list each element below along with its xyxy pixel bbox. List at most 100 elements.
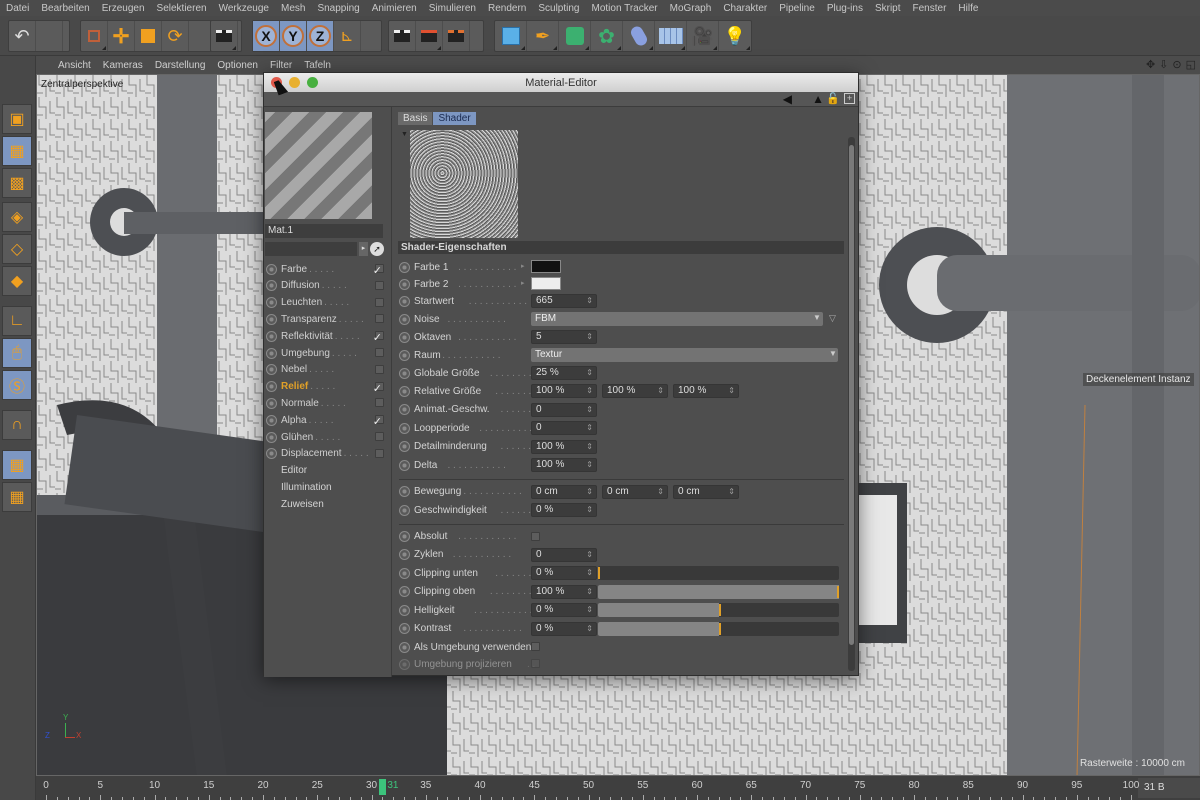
umgebung-projizieren-checkbox[interactable]: [531, 659, 540, 668]
move-button[interactable]: ✛: [108, 21, 135, 51]
value-field[interactable]: 100 % ⇕: [531, 439, 597, 454]
animate-radio[interactable]: [399, 658, 410, 670]
viewport-menu-optionen[interactable]: Optionen: [217, 60, 258, 71]
minimize-button[interactable]: [289, 77, 300, 88]
expand-arrow-icon[interactable]: ▸: [359, 242, 368, 256]
cloner-button[interactable]: ✿: [591, 21, 623, 51]
menu-hilfe[interactable]: Hilfe: [958, 3, 978, 14]
value-field[interactable]: 665 ⇕: [531, 294, 597, 308]
value-field[interactable]: 100 % ⇕: [531, 384, 597, 398]
channel-radio[interactable]: [266, 448, 277, 460]
channel-alpha[interactable]: Alpha . . . . . ✓: [266, 412, 386, 428]
channel-radio[interactable]: [266, 297, 277, 309]
live-selection-button[interactable]: [81, 21, 108, 51]
spinner-icon[interactable]: ⇕: [586, 567, 593, 579]
animate-radio[interactable]: [399, 567, 410, 579]
channel-diffusion[interactable]: Diffusion . . . . .: [266, 278, 386, 294]
absolut-checkbox[interactable]: [531, 531, 540, 541]
zoom-icon[interactable]: ⇩: [1159, 58, 1168, 71]
channel-checkbox[interactable]: [375, 398, 384, 408]
spinner-icon[interactable]: ⇕: [586, 586, 593, 598]
viewport-menu-darstellung[interactable]: Darstellung: [155, 60, 206, 71]
shader-preview[interactable]: [410, 130, 518, 238]
channel-umgebung[interactable]: Umgebung . . . . .: [266, 345, 386, 361]
spinner-icon[interactable]: ⇕: [728, 385, 735, 397]
channel-farbe[interactable]: Farbe . . . . . ✓: [266, 261, 386, 277]
coordinate-system-button[interactable]: ⊾: [334, 21, 361, 51]
y-axis-lock-button[interactable]: Y: [280, 21, 307, 51]
workplane-mode-button[interactable]: ▩: [2, 168, 32, 198]
channel-normale[interactable]: Normale . . . . .: [266, 395, 386, 411]
subdivision-button[interactable]: [559, 21, 591, 51]
undo-button[interactable]: ↶: [9, 21, 36, 51]
model-mode-button[interactable]: ▣: [2, 104, 32, 134]
render-region-button[interactable]: [211, 21, 238, 51]
lock-icon[interactable]: 🔓: [826, 92, 840, 105]
channel-checkbox[interactable]: [375, 448, 384, 458]
new-window-icon[interactable]: +: [844, 93, 855, 104]
scrollbar-thumb[interactable]: [849, 145, 854, 645]
viewport-menu-ansicht[interactable]: Ansicht: [58, 60, 91, 71]
channel-displacement[interactable]: Displacement . . . . .: [266, 446, 386, 462]
value-field[interactable]: 0 cm ⇕: [673, 484, 739, 499]
spinner-icon[interactable]: ⇕: [586, 459, 593, 471]
value-field[interactable]: 0 % ⇕: [531, 503, 597, 517]
camera-label[interactable]: Zentralperspektive: [41, 79, 123, 90]
raum-dropdown[interactable]: Textur: [531, 348, 838, 362]
spinner-icon[interactable]: ⇕: [586, 549, 593, 561]
value-field[interactable]: 0 % ⇕: [531, 566, 597, 580]
value-field[interactable]: 100 % ⇕: [531, 458, 597, 472]
clipping-oben-slider[interactable]: [598, 584, 839, 599]
spinner-icon[interactable]: ⇕: [728, 486, 735, 498]
back-arrow-icon[interactable]: ◀: [783, 92, 792, 106]
channel-leuchten[interactable]: Leuchten . . . . .: [266, 295, 386, 311]
spinner-icon[interactable]: ⇕: [586, 486, 593, 498]
spinner-icon[interactable]: ⇕: [586, 404, 593, 416]
color-swatch-farbe2[interactable]: [531, 277, 561, 290]
render-settings-button[interactable]: [443, 21, 470, 51]
animate-radio[interactable]: [399, 422, 410, 434]
pen-button[interactable]: ✒: [527, 21, 559, 51]
menu-rendern[interactable]: Rendern: [488, 3, 526, 14]
orbit-icon[interactable]: ⊙: [1172, 58, 1181, 71]
value-field[interactable]: 100 % ⇕: [673, 384, 739, 398]
viewport-menu-filter[interactable]: Filter: [270, 60, 292, 71]
pick-cursor-icon[interactable]: ➚: [370, 242, 384, 256]
points-mode-button[interactable]: ◈: [2, 202, 32, 232]
menu-plugins[interactable]: Plug-ins: [827, 3, 863, 14]
menu-animieren[interactable]: Animieren: [372, 3, 417, 14]
menu-fenster[interactable]: Fenster: [913, 3, 947, 14]
channel-radio[interactable]: [266, 397, 277, 409]
channel-radio[interactable]: [266, 381, 277, 393]
menu-motiontracker[interactable]: Motion Tracker: [591, 3, 657, 14]
helligkeit-slider[interactable]: [598, 603, 839, 617]
workplane-rotate-button[interactable]: ▦: [2, 482, 32, 512]
als-umgebung-checkbox[interactable]: [531, 642, 540, 651]
value-field[interactable]: 25 % ⇕: [531, 366, 597, 380]
scale-button[interactable]: [135, 21, 162, 51]
animate-radio[interactable]: [399, 604, 410, 616]
channel-checkbox[interactable]: [375, 432, 384, 441]
animate-radio[interactable]: [399, 504, 410, 516]
current-frame-marker[interactable]: [379, 779, 387, 795]
channel-glhen[interactable]: Glühen . . . . .: [266, 429, 386, 445]
channel-radio[interactable]: [266, 414, 277, 426]
channel-radio[interactable]: [266, 313, 277, 325]
solo-mode-button[interactable]: Ⓢ: [2, 370, 32, 400]
color-swatch-farbe1[interactable]: [531, 260, 561, 273]
channel-checkbox[interactable]: [375, 364, 384, 374]
viewport-menu-kameras[interactable]: Kameras: [103, 60, 143, 71]
value-field[interactable]: 0 ⇕: [531, 402, 597, 417]
editor-link-illumination[interactable]: Illumination: [281, 482, 332, 493]
spinner-icon[interactable]: ⇕: [586, 385, 593, 397]
editor-link-editor[interactable]: Editor: [281, 465, 307, 476]
kontrast-slider[interactable]: [598, 621, 839, 636]
animate-radio[interactable]: [399, 549, 410, 560]
material-name-field[interactable]: Mat.1: [265, 224, 383, 238]
channel-radio[interactable]: [266, 280, 277, 292]
channel-relief[interactable]: Relief . . . . . ✓: [266, 379, 386, 395]
channel-checkbox[interactable]: [375, 280, 384, 290]
channel-nebel[interactable]: Nebel . . . . .: [266, 362, 386, 378]
menu-snapping[interactable]: Snapping: [317, 3, 359, 14]
slider-knob[interactable]: [598, 567, 600, 579]
